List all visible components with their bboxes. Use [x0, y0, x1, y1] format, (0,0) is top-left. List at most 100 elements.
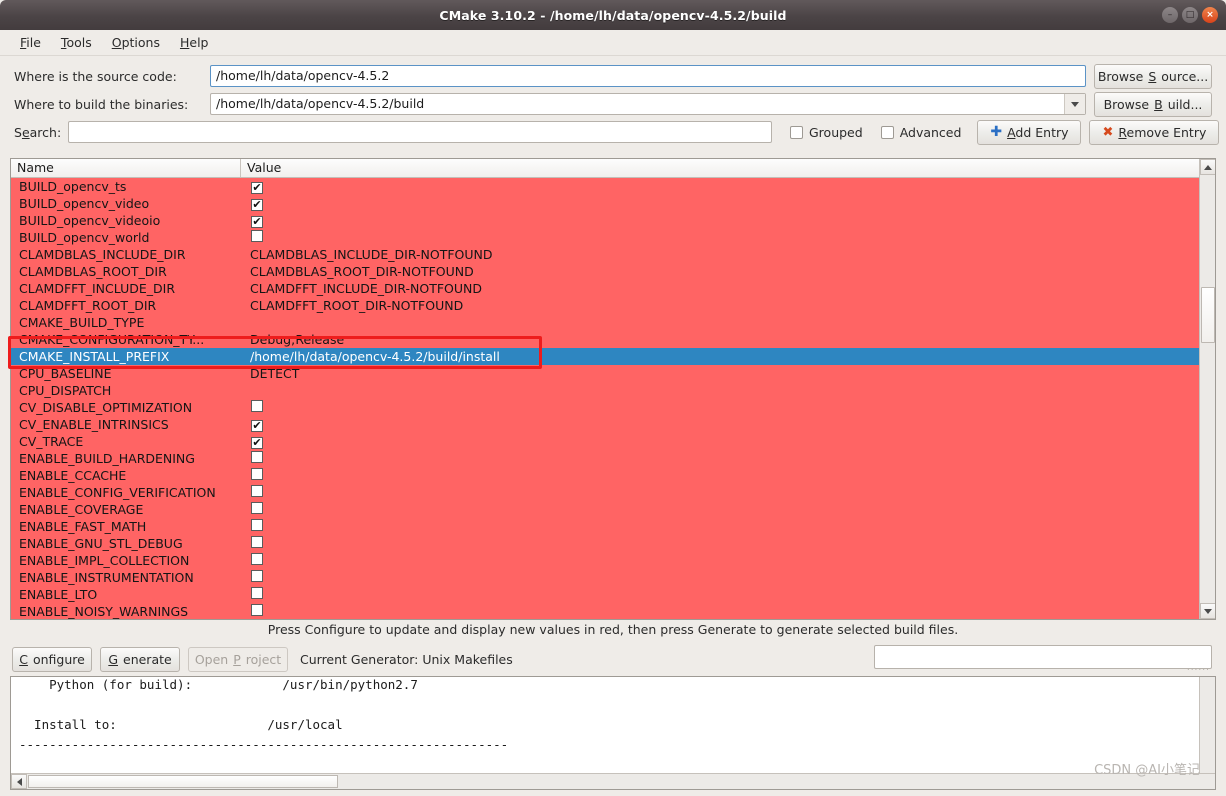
checkbox-unchecked-icon[interactable]	[251, 604, 263, 616]
cache-entry-value[interactable]: CLAMDFFT_ROOT_DIR-NOTFOUND	[243, 297, 1199, 314]
scroll-thumb[interactable]	[1201, 287, 1215, 343]
advanced-checkbox[interactable]: Advanced	[880, 125, 961, 140]
cache-entry-value[interactable]: DETECT	[243, 365, 1199, 382]
scroll-up-button[interactable]	[1200, 159, 1215, 175]
table-row[interactable]: ENABLE_GNU_STL_DEBUG	[11, 535, 1199, 552]
cache-entry-value[interactable]: Debug;Release	[243, 331, 1199, 348]
maximize-icon[interactable]: □	[1182, 7, 1198, 23]
log-hscroll-thumb[interactable]	[28, 775, 338, 788]
table-row[interactable]: CLAMDBLAS_ROOT_DIR CLAMDBLAS_ROOT_DIR-NOT…	[11, 263, 1199, 280]
browse-build-button[interactable]: Browse Build...	[1094, 91, 1212, 117]
cache-entry-value[interactable]: ✔	[243, 212, 1199, 229]
cache-entry-value[interactable]	[243, 484, 1199, 501]
checkbox-unchecked-icon[interactable]	[251, 519, 263, 531]
table-row[interactable]: CV_DISABLE_OPTIMIZATION	[11, 399, 1199, 416]
table-row[interactable]: CLAMDBLAS_INCLUDE_DIR CLAMDBLAS_INCLUDE_D…	[11, 246, 1199, 263]
table-row[interactable]: BUILD_opencv_videoio ✔	[11, 212, 1199, 229]
minimize-icon[interactable]: –	[1162, 7, 1178, 23]
grouped-checkbox[interactable]: Grouped	[790, 125, 863, 140]
checkbox-checked-icon[interactable]: ✔	[251, 419, 263, 432]
table-row[interactable]: ENABLE_FAST_MATH	[11, 518, 1199, 535]
remove-entry-button[interactable]: ✖ Remove Entry	[1089, 119, 1220, 145]
build-input[interactable]: /home/lh/data/opencv-4.5.2/build	[210, 93, 1086, 115]
table-row[interactable]: ENABLE_COVERAGE	[11, 501, 1199, 518]
cache-entry-value[interactable]	[243, 552, 1199, 569]
advanced-checkbox-box[interactable]	[880, 125, 894, 139]
checkbox-unchecked-icon[interactable]	[251, 451, 263, 463]
scroll-left-button[interactable]	[11, 774, 27, 789]
checkbox-unchecked-icon[interactable]	[251, 502, 263, 514]
table-row[interactable]: CLAMDFFT_INCLUDE_DIR CLAMDFFT_INCLUDE_DIR…	[11, 280, 1199, 297]
cache-entry-value[interactable]	[243, 569, 1199, 586]
table-row[interactable]: CLAMDFFT_ROOT_DIR CLAMDFFT_ROOT_DIR-NOTFO…	[11, 297, 1199, 314]
grouped-checkbox-box[interactable]	[790, 125, 803, 139]
table-row[interactable]: ENABLE_LTO	[11, 586, 1199, 603]
cache-entry-value[interactable]: ✔	[243, 433, 1199, 450]
table-row[interactable]: ENABLE_NOISY_WARNINGS	[11, 603, 1199, 619]
close-icon[interactable]: ×	[1202, 7, 1218, 23]
table-row[interactable]: BUILD_opencv_ts ✔	[11, 178, 1199, 195]
table-row[interactable]: CPU_BASELINE DETECT	[11, 365, 1199, 382]
checkbox-checked-icon[interactable]: ✔	[251, 215, 263, 228]
table-row[interactable]: BUILD_opencv_world	[11, 229, 1199, 246]
table-row[interactable]: CV_TRACE ✔	[11, 433, 1199, 450]
cache-entry-value[interactable]	[243, 450, 1199, 467]
table-row[interactable]: BUILD_opencv_video ✔	[11, 195, 1199, 212]
scroll-down-button[interactable]	[1200, 603, 1215, 619]
cache-entry-value[interactable]: ✔	[243, 178, 1199, 195]
table-row[interactable]: ENABLE_CCACHE	[11, 467, 1199, 484]
cache-entry-value[interactable]	[243, 501, 1199, 518]
configure-button[interactable]: Configure	[12, 646, 92, 672]
cache-table-body[interactable]: BUILD_opencv_ts ✔ BUILD_opencv_video ✔ BUILD…	[11, 178, 1199, 619]
cache-entry-value[interactable]: ✔	[243, 416, 1199, 433]
cache-entry-value[interactable]	[243, 229, 1199, 246]
source-input[interactable]: /home/lh/data/opencv-4.5.2	[210, 65, 1086, 87]
cache-entry-value[interactable]	[243, 518, 1199, 535]
log-horizontal-scrollbar[interactable]	[11, 773, 1215, 789]
checkbox-unchecked-icon[interactable]	[251, 485, 263, 497]
checkbox-unchecked-icon[interactable]	[251, 553, 263, 565]
cache-entry-value[interactable]: CLAMDBLAS_ROOT_DIR-NOTFOUND	[243, 263, 1199, 280]
menu-item-options[interactable]: Options	[102, 32, 170, 53]
table-vertical-scrollbar[interactable]	[1199, 159, 1215, 619]
checkbox-checked-icon[interactable]: ✔	[251, 436, 263, 449]
cache-entry-value[interactable]: ✔	[243, 195, 1199, 212]
cache-entry-value[interactable]: /home/lh/data/opencv-4.5.2/build/install	[243, 348, 1199, 365]
build-dropdown-button[interactable]	[1064, 94, 1085, 114]
checkbox-unchecked-icon[interactable]	[251, 536, 263, 548]
generate-button[interactable]: Generate	[100, 646, 180, 672]
table-row[interactable]: ENABLE_INSTRUMENTATION	[11, 569, 1199, 586]
output-log[interactable]: Python (for build): /usr/bin/python2.7 I…	[10, 676, 1216, 790]
checkbox-unchecked-icon[interactable]	[251, 400, 263, 412]
menu-item-file[interactable]: File	[10, 32, 51, 53]
table-row[interactable]: CMAKE_BUILD_TYPE	[11, 314, 1199, 331]
cache-entry-value[interactable]	[243, 586, 1199, 603]
table-row[interactable]: ENABLE_CONFIG_VERIFICATION	[11, 484, 1199, 501]
cache-entry-value[interactable]: CLAMDBLAS_INCLUDE_DIR-NOTFOUND	[243, 246, 1199, 263]
cache-entry-value[interactable]: CLAMDFFT_INCLUDE_DIR-NOTFOUND	[243, 280, 1199, 297]
cache-entry-value[interactable]	[243, 399, 1199, 416]
build-combobox[interactable]: /home/lh/data/opencv-4.5.2/build	[210, 93, 1086, 115]
checkbox-unchecked-icon[interactable]	[251, 570, 263, 582]
cache-entry-value[interactable]	[243, 603, 1199, 619]
table-row[interactable]: ENABLE_BUILD_HARDENING	[11, 450, 1199, 467]
table-row[interactable]: CMAKE_INSTALL_PREFIX/home/lh/data/opencv…	[11, 348, 1199, 365]
column-header-name[interactable]: Name	[11, 159, 241, 177]
table-row[interactable]: CMAKE_CONFIGURATION_TY... Debug;Release	[11, 331, 1199, 348]
menu-item-help[interactable]: Help	[170, 32, 219, 53]
cache-entry-value[interactable]	[243, 467, 1199, 484]
table-row[interactable]: CPU_DISPATCH	[11, 382, 1199, 399]
checkbox-checked-icon[interactable]: ✔	[251, 198, 263, 211]
table-row[interactable]: ENABLE_IMPL_COLLECTION	[11, 552, 1199, 569]
menu-item-tools[interactable]: Tools	[51, 32, 102, 53]
checkbox-checked-icon[interactable]: ✔	[251, 181, 263, 194]
checkbox-unchecked-icon[interactable]	[251, 230, 263, 242]
column-header-value[interactable]: Value	[241, 159, 1215, 177]
cache-entry-value[interactable]	[243, 535, 1199, 552]
table-row[interactable]: CV_ENABLE_INTRINSICS ✔	[11, 416, 1199, 433]
checkbox-unchecked-icon[interactable]	[251, 468, 263, 480]
search-input[interactable]	[68, 121, 772, 143]
browse-source-button[interactable]: Browse Source...	[1094, 63, 1212, 89]
checkbox-unchecked-icon[interactable]	[251, 587, 263, 599]
add-entry-button[interactable]: ✚ Add Entry	[977, 119, 1082, 145]
